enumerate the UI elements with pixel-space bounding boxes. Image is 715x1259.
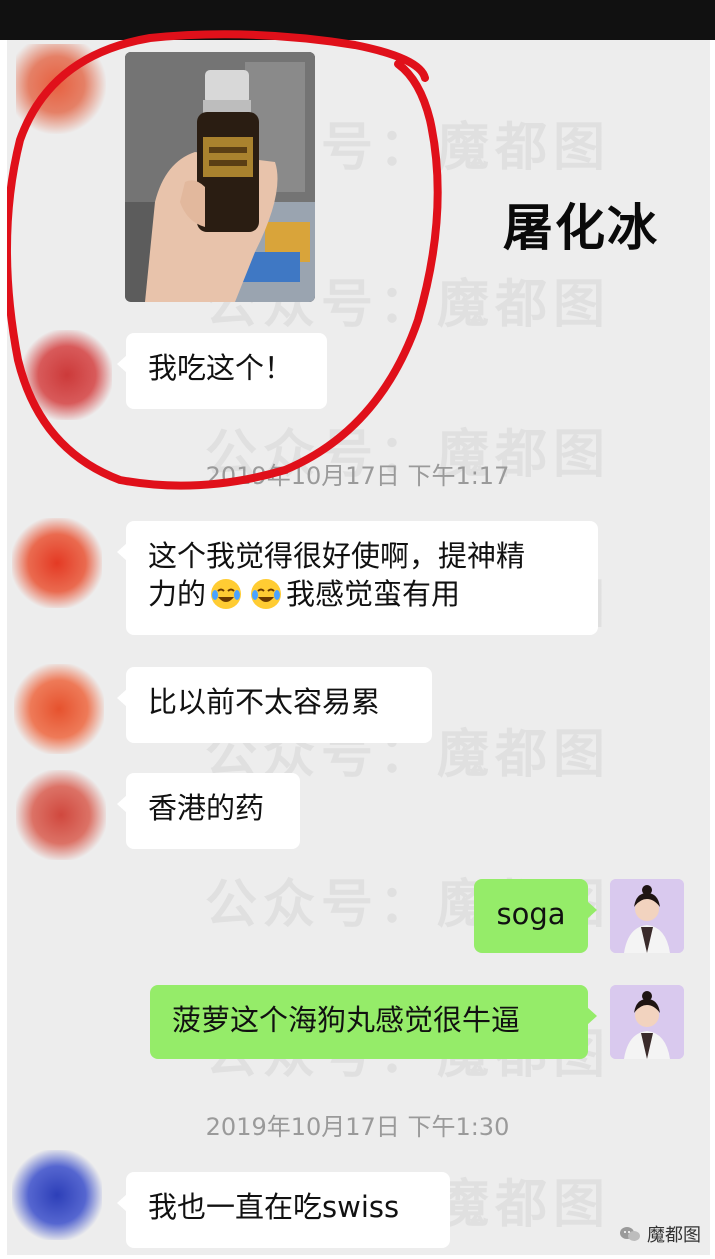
status-bar [0, 0, 715, 40]
brand-label: 魔都图 [647, 1225, 701, 1246]
message-text: 香港的药 [148, 791, 265, 825]
my-avatar[interactable] [610, 985, 684, 1059]
my-avatar[interactable] [610, 879, 684, 953]
message-text: 我也一直在吃swiss [148, 1190, 400, 1224]
frame-border [710, 40, 715, 1259]
message-text: 力的 [148, 577, 207, 611]
message-text: 比以前不太容易累 [148, 685, 381, 719]
bottle-photo-image [125, 52, 315, 302]
annotation-caption: 屠化冰 [503, 199, 659, 257]
message-bubble[interactable]: 比以前不太容易累 [117, 667, 432, 743]
message-text: 我吃这个！ [148, 351, 294, 385]
wechat-icon [620, 1227, 640, 1241]
message-bubble[interactable]: 这个我觉得很好使啊，提神精 力的 我感觉蛮有用 [117, 521, 598, 635]
contact-avatar[interactable] [14, 664, 104, 754]
cartoon-avatar-icon [610, 985, 684, 1059]
frame-border [0, 40, 7, 1259]
message-text-line: 这个我觉得很好使啊，提神精 [148, 539, 526, 573]
message-text: soga [496, 897, 566, 931]
chat-screen: 公众号：魔都图 公众号：魔都图 公众号：魔都图 公众号：魔都图 公众号：魔都图 … [0, 0, 715, 1259]
contact-avatar[interactable] [12, 1150, 102, 1240]
face-with-tears-of-joy-icon [249, 577, 283, 611]
frame-border [0, 1255, 715, 1259]
message-bubble[interactable]: 我吃这个！ [117, 333, 327, 409]
message-text-line: 力的 我感觉蛮有用 [148, 575, 576, 613]
message-bubble[interactable]: 我也一直在吃swiss [117, 1172, 450, 1248]
my-message-bubble[interactable]: 菠萝这个海狗丸感觉很牛逼 [150, 985, 597, 1059]
my-message-bubble[interactable]: soga [474, 879, 597, 953]
contact-avatar[interactable] [16, 770, 106, 860]
cartoon-avatar-icon [610, 879, 684, 953]
message-bubble[interactable]: 香港的药 [117, 773, 300, 849]
contact-avatar[interactable] [12, 518, 102, 608]
contact-avatar[interactable] [16, 44, 106, 134]
timestamp: 2019年10月17日 下午1:30 [205, 1113, 510, 1141]
message-text: 我感觉蛮有用 [286, 577, 461, 611]
face-with-tears-of-joy-icon [209, 577, 243, 611]
brand-watermark: 魔都图 [619, 1221, 701, 1247]
message-text: 菠萝这个海狗丸感觉很牛逼 [172, 1003, 521, 1037]
shared-photo[interactable] [125, 52, 315, 302]
timestamp: 2019年10月17日 下午1:17 [205, 462, 510, 490]
contact-avatar[interactable] [22, 330, 112, 420]
